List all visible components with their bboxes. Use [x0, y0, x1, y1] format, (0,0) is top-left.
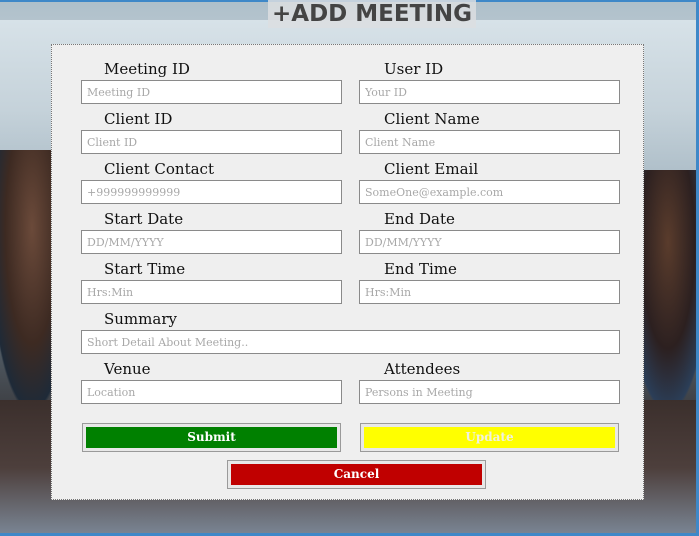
summary-input[interactable]	[81, 330, 620, 354]
end-date-label: End Date	[384, 210, 455, 228]
meeting-id-input[interactable]	[81, 80, 342, 104]
cancel-button[interactable]: Cancel	[227, 460, 486, 489]
attendees-input[interactable]	[359, 380, 620, 404]
client-contact-label: Client Contact	[104, 160, 214, 178]
client-id-input[interactable]	[81, 130, 342, 154]
add-meeting-form: Meeting ID User ID Client ID Client Name…	[51, 44, 644, 500]
venue-input[interactable]	[81, 380, 342, 404]
start-date-label: Start Date	[104, 210, 184, 228]
summary-label: Summary	[104, 310, 177, 328]
end-time-label: End Time	[384, 260, 457, 278]
meeting-id-label: Meeting ID	[104, 60, 190, 78]
client-contact-input[interactable]	[81, 180, 342, 204]
submit-button[interactable]: Submit	[82, 423, 341, 452]
end-time-input[interactable]	[359, 280, 620, 304]
user-id-input[interactable]	[359, 80, 620, 104]
venue-label: Venue	[104, 360, 151, 378]
attendees-label: Attendees	[384, 360, 461, 378]
end-date-input[interactable]	[359, 230, 620, 254]
start-date-input[interactable]	[81, 230, 342, 254]
client-email-label: Client Email	[384, 160, 479, 178]
client-email-input[interactable]	[359, 180, 620, 204]
client-name-input[interactable]	[359, 130, 620, 154]
client-id-label: Client ID	[104, 110, 173, 128]
page-title: +ADD MEETING	[268, 0, 476, 28]
start-time-label: Start Time	[104, 260, 186, 278]
start-time-input[interactable]	[81, 280, 342, 304]
update-button[interactable]: Update	[360, 423, 619, 452]
client-name-label: Client Name	[384, 110, 480, 128]
user-id-label: User ID	[384, 60, 444, 78]
background-person-right	[640, 170, 699, 410]
